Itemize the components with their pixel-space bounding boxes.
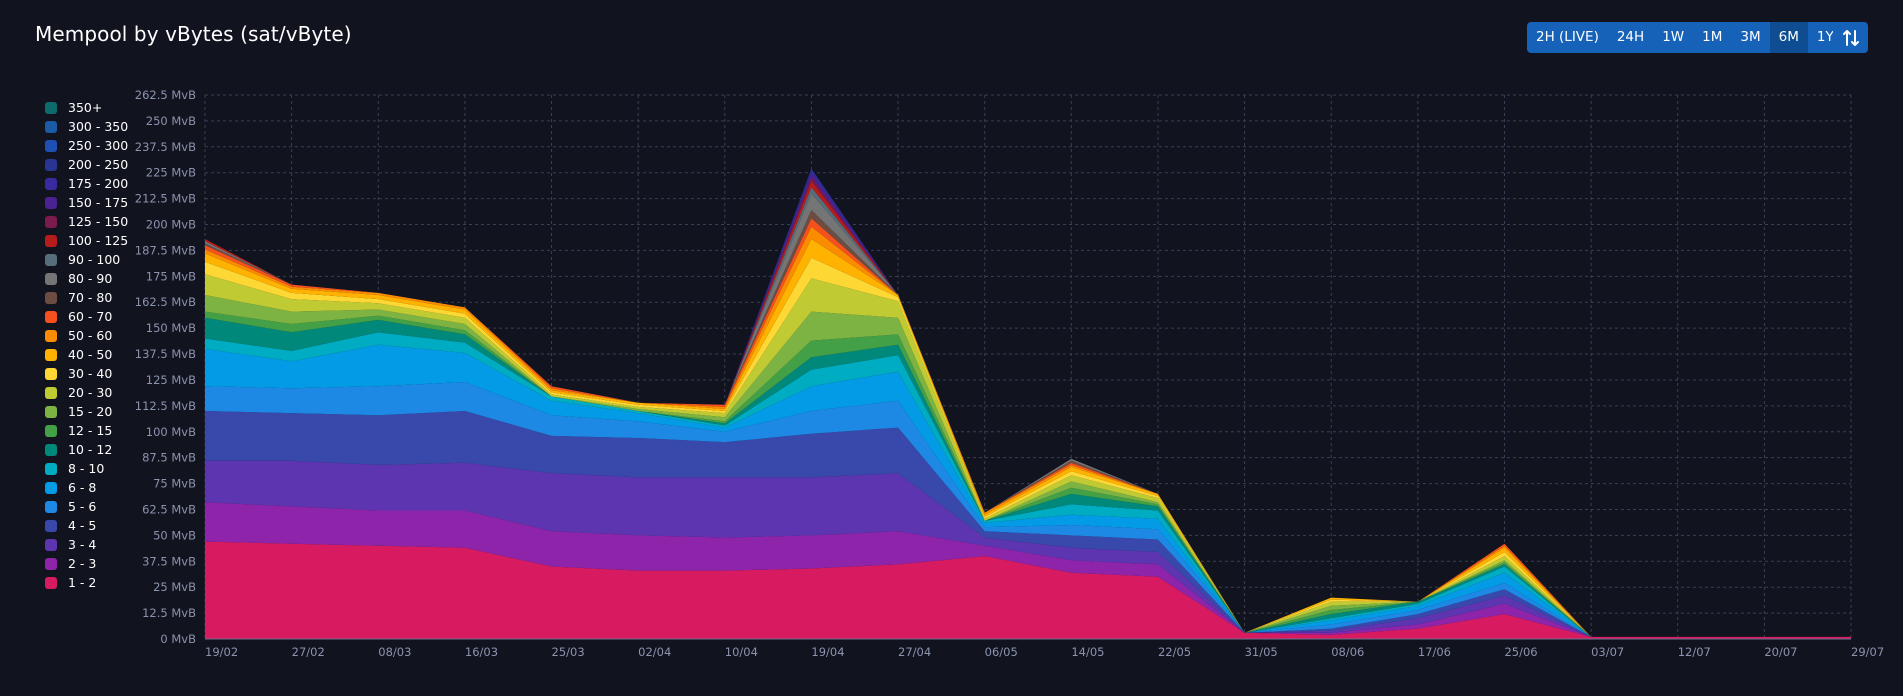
x-tick-label: 06/05 xyxy=(985,645,1018,659)
x-tick-label: 08/03 xyxy=(378,645,411,659)
y-tick-label: 87.5 MvB xyxy=(142,451,196,465)
y-tick-label: 12.5 MvB xyxy=(142,606,196,620)
x-tick-label: 17/06 xyxy=(1418,645,1451,659)
x-tick-label: 22/05 xyxy=(1158,645,1191,659)
x-tick-label: 25/06 xyxy=(1504,645,1537,659)
y-tick-label: 262.5 MvB xyxy=(135,88,196,102)
mempool-chart: 0 MvB 12.5 MvB 25 MvB 37.5 MvB 50 MvB 62.5 Mv… xyxy=(135,88,1884,659)
y-tick-label: 187.5 MvB xyxy=(135,243,196,257)
y-tick-label: 62.5 MvB xyxy=(142,502,196,516)
y-tick-label: 237.5 MvB xyxy=(135,140,196,154)
y-tick-label: 150 MvB xyxy=(146,321,196,335)
x-tick-label: 19/02 xyxy=(205,645,238,659)
x-tick-label: 14/05 xyxy=(1071,645,1104,659)
y-tick-label: 125 MvB xyxy=(146,373,196,387)
y-tick-label: 162.5 MvB xyxy=(135,295,196,309)
y-tick-label: 75 MvB xyxy=(153,477,196,491)
y-tick-label: 37.5 MvB xyxy=(142,554,196,568)
y-tick-label: 25 MvB xyxy=(153,580,196,594)
x-tick-label: 08/06 xyxy=(1331,645,1364,659)
x-tick-label: 02/04 xyxy=(638,645,671,659)
y-tick-label: 112.5 MvB xyxy=(135,399,196,413)
x-tick-label: 19/04 xyxy=(811,645,844,659)
x-tick-label: 20/07 xyxy=(1764,645,1797,659)
x-tick-label: 03/07 xyxy=(1591,645,1624,659)
x-tick-label: 27/02 xyxy=(292,645,325,659)
x-tick-label: 31/05 xyxy=(1245,645,1278,659)
y-tick-label: 225 MvB xyxy=(146,166,196,180)
x-tick-label: 16/03 xyxy=(465,645,498,659)
x-tick-label: 12/07 xyxy=(1678,645,1711,659)
y-tick-label: 0 MvB xyxy=(160,632,196,646)
x-tick-label: 27/04 xyxy=(898,645,931,659)
y-tick-label: 250 MvB xyxy=(146,114,196,128)
y-tick-label: 212.5 MvB xyxy=(135,192,196,206)
x-tick-label: 10/04 xyxy=(725,645,758,659)
y-tick-label: 175 MvB xyxy=(146,269,196,283)
y-tick-label: 100 MvB xyxy=(146,425,196,439)
x-tick-label: 25/03 xyxy=(552,645,585,659)
x-tick-label: 29/07 xyxy=(1851,645,1884,659)
y-tick-label: 200 MvB xyxy=(146,218,196,232)
y-tick-label: 50 MvB xyxy=(153,528,196,542)
y-tick-label: 137.5 MvB xyxy=(135,347,196,361)
